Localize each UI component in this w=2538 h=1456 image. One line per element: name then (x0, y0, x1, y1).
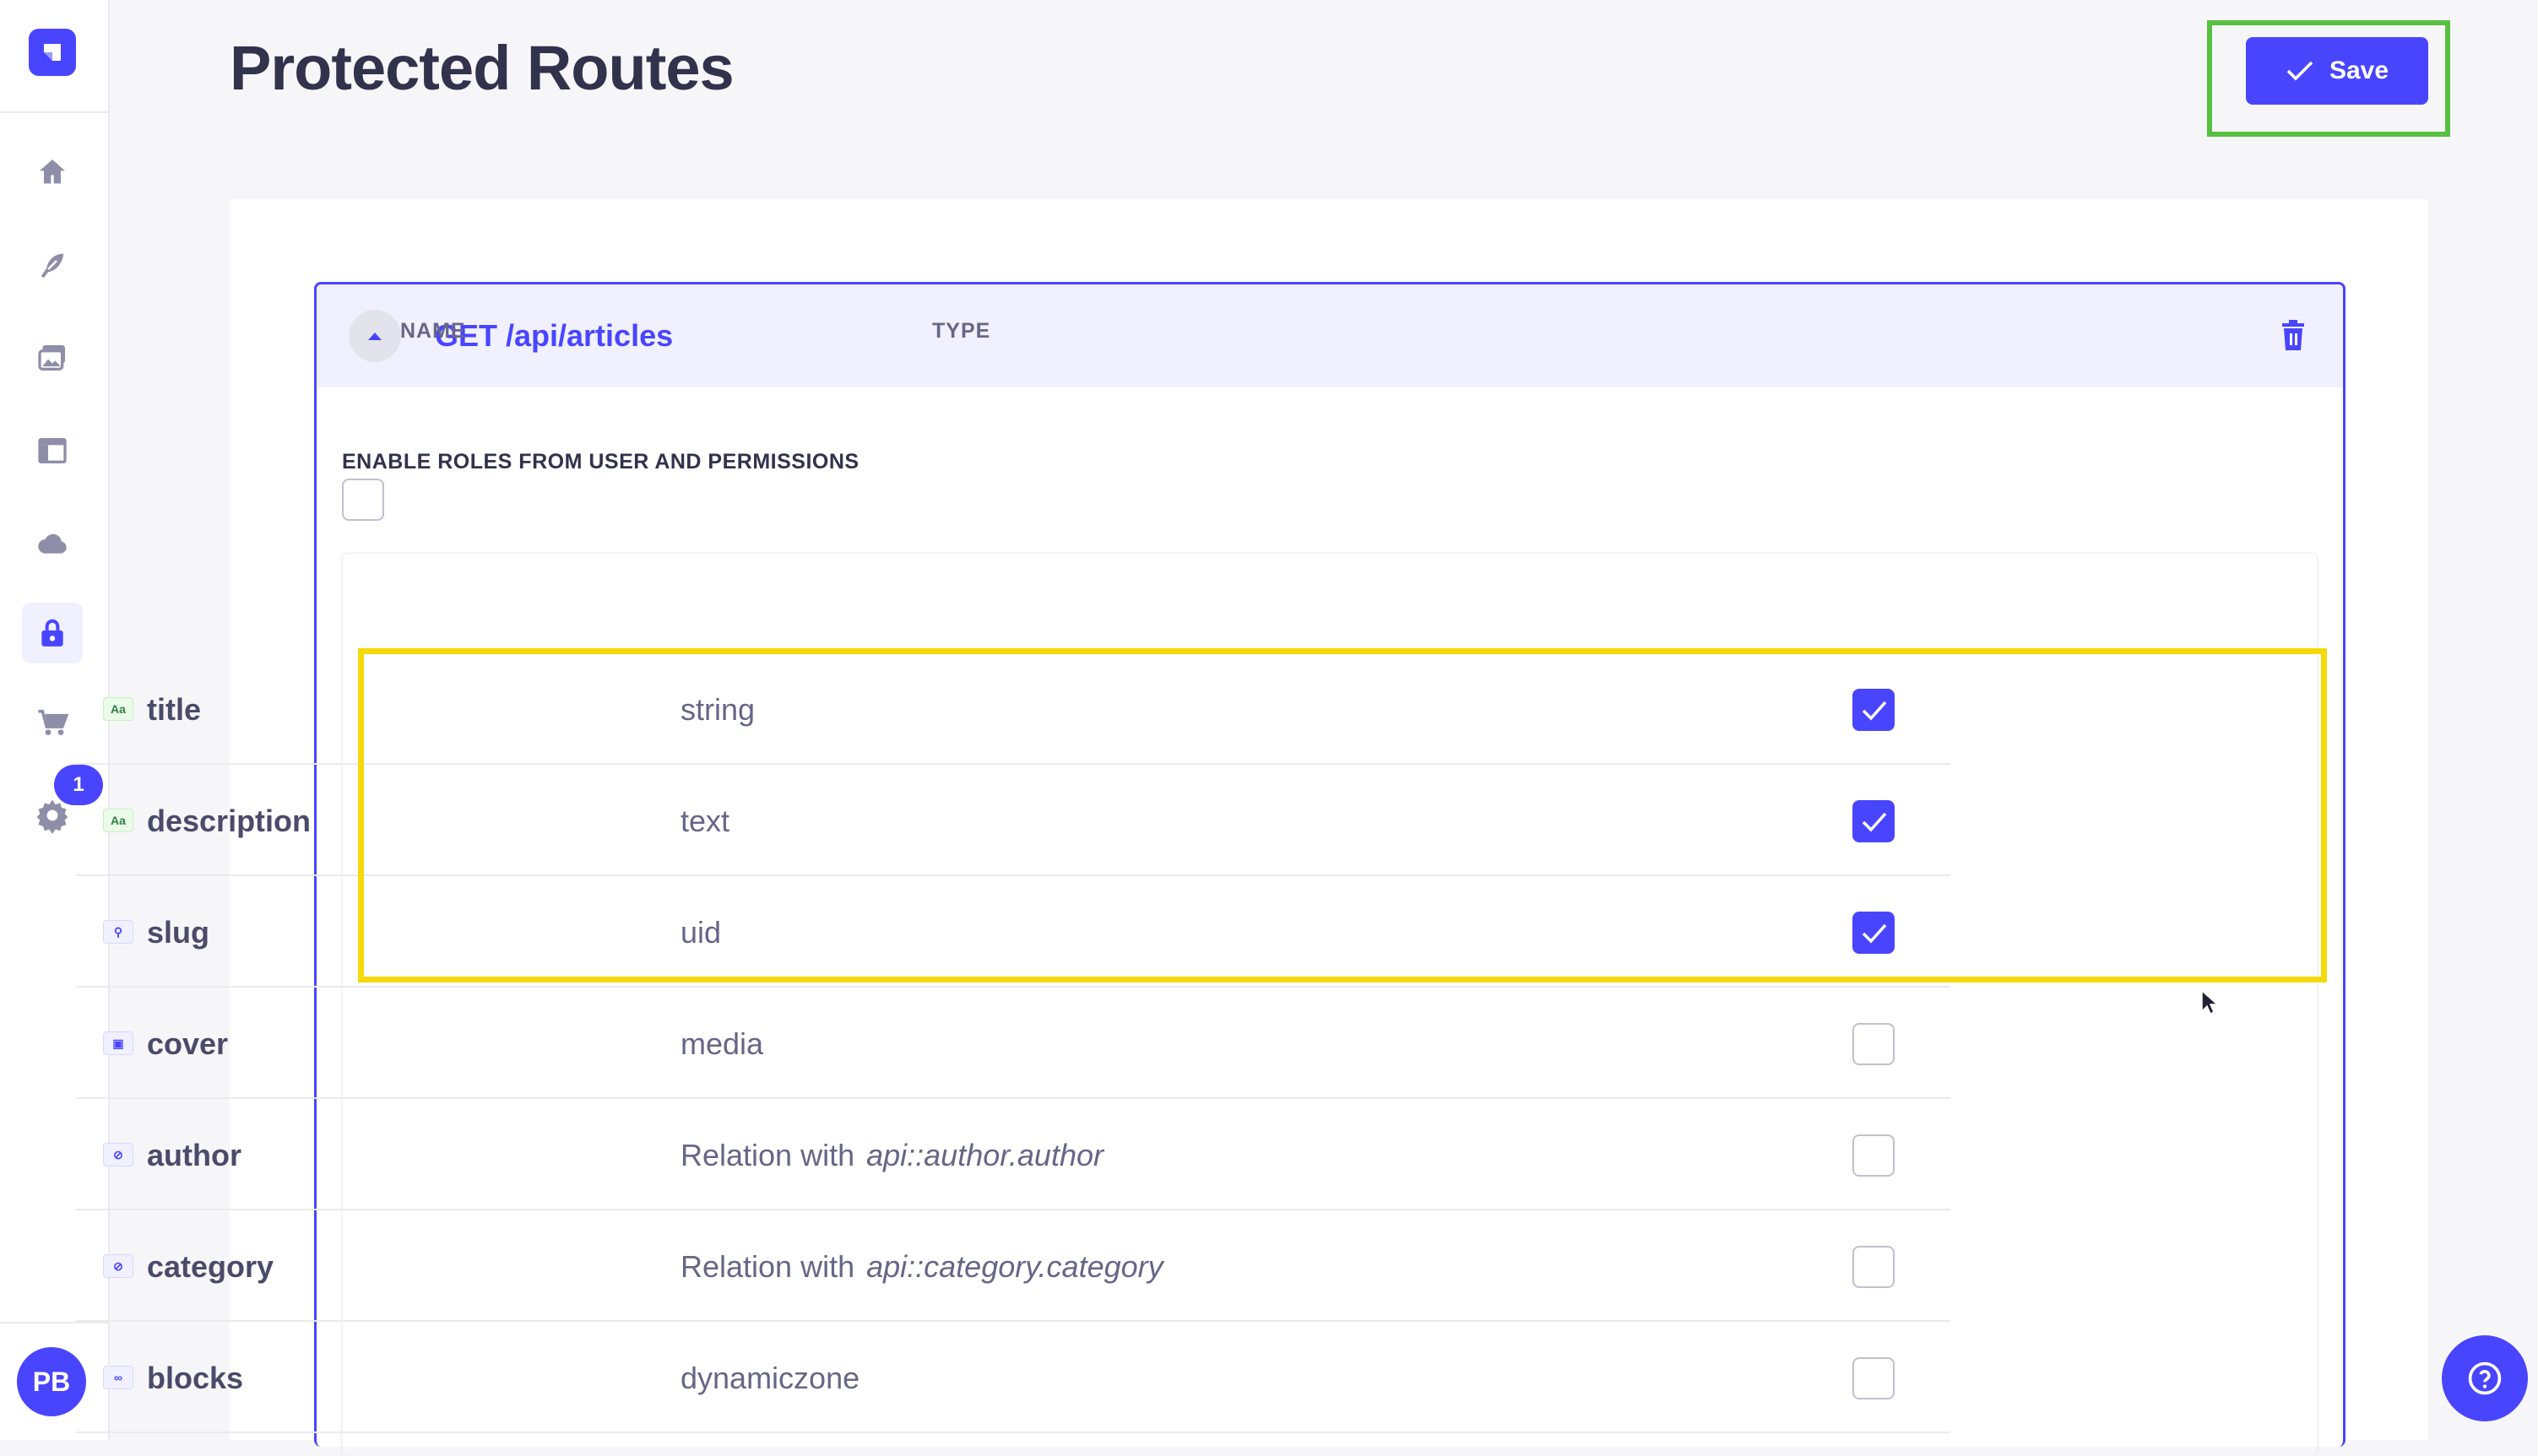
text-icon: Aa (103, 697, 133, 721)
save-label: Save (2329, 57, 2389, 84)
enable-roles-label: ENABLE ROLES FROM USER AND PERMISSIONS (342, 450, 860, 474)
field-type-label: media (681, 1026, 764, 1061)
field-name: slug (147, 915, 210, 950)
field-type: dynamiczone (681, 1361, 860, 1396)
field-type-target: api::category.category (866, 1249, 1163, 1284)
question-icon (2468, 1361, 2502, 1395)
mouse-cursor-icon (2200, 989, 2219, 1020)
lock-icon[interactable] (22, 603, 83, 663)
cloud-icon[interactable] (22, 513, 83, 574)
check-icon (2286, 61, 2313, 81)
field-checkbox[interactable] (1852, 1023, 1895, 1065)
strapi-logo[interactable] (29, 29, 76, 76)
field-name: category (147, 1249, 274, 1284)
cart-icon[interactable] (22, 692, 83, 753)
home-icon[interactable] (22, 142, 83, 203)
column-header-name: NAME (400, 319, 466, 343)
field-checkbox[interactable] (1852, 1134, 1895, 1177)
sidebar-divider (0, 111, 110, 113)
field-type: media (681, 1026, 763, 1062)
field-name: cover (147, 1026, 229, 1061)
field-type-label: Relation with (681, 1138, 855, 1172)
feather-icon[interactable] (22, 235, 83, 295)
text-icon: Aa (103, 809, 133, 832)
route-title: GET /api/articles (435, 318, 674, 353)
help-button[interactable] (2442, 1335, 2528, 1421)
link-icon: ⊘ (103, 1254, 133, 1278)
checked-rows-highlight-box (358, 648, 2327, 982)
field-name: description (147, 804, 312, 838)
field-type-target: api::author.author (866, 1138, 1104, 1172)
table-row: ⊘ author Relation with api::author.author (76, 1099, 1950, 1210)
collapse-button[interactable] (349, 310, 401, 362)
infinity-icon: ∞ (103, 1366, 133, 1389)
column-header-type: TYPE (932, 319, 991, 343)
field-checkbox[interactable] (1852, 1357, 1895, 1399)
field-name: author (147, 1138, 241, 1172)
trash-icon[interactable] (2280, 320, 2306, 355)
field-checkbox[interactable] (1852, 1246, 1895, 1288)
field-name: blocks (147, 1361, 244, 1395)
image-icon: ▣ (103, 1031, 133, 1055)
chevron-up-icon (368, 333, 382, 340)
table-row: ⊘ category Relation with api::category.cate… (76, 1210, 1950, 1322)
key-icon: ⚲ (103, 920, 133, 944)
save-button[interactable]: Save (2246, 37, 2428, 105)
table-row: ▣ cover media (76, 988, 1950, 1099)
link-icon: ⊘ (103, 1143, 133, 1166)
media-library-icon[interactable] (22, 327, 83, 388)
field-type-label: Relation with (681, 1249, 855, 1284)
layout-icon[interactable] (22, 420, 83, 481)
table-row: ∞ blocks dynamiczone (76, 1322, 1950, 1433)
enable-roles-checkbox[interactable] (342, 479, 384, 521)
route-header[interactable]: GET /api/articles (317, 284, 2343, 387)
field-name: title (147, 692, 202, 727)
field-type: Relation with api::category.category (681, 1249, 1163, 1285)
field-type: Relation with api::author.author (681, 1138, 1104, 1173)
page-title: Protected Routes (230, 33, 735, 103)
field-type-label: dynamiczone (681, 1361, 860, 1395)
